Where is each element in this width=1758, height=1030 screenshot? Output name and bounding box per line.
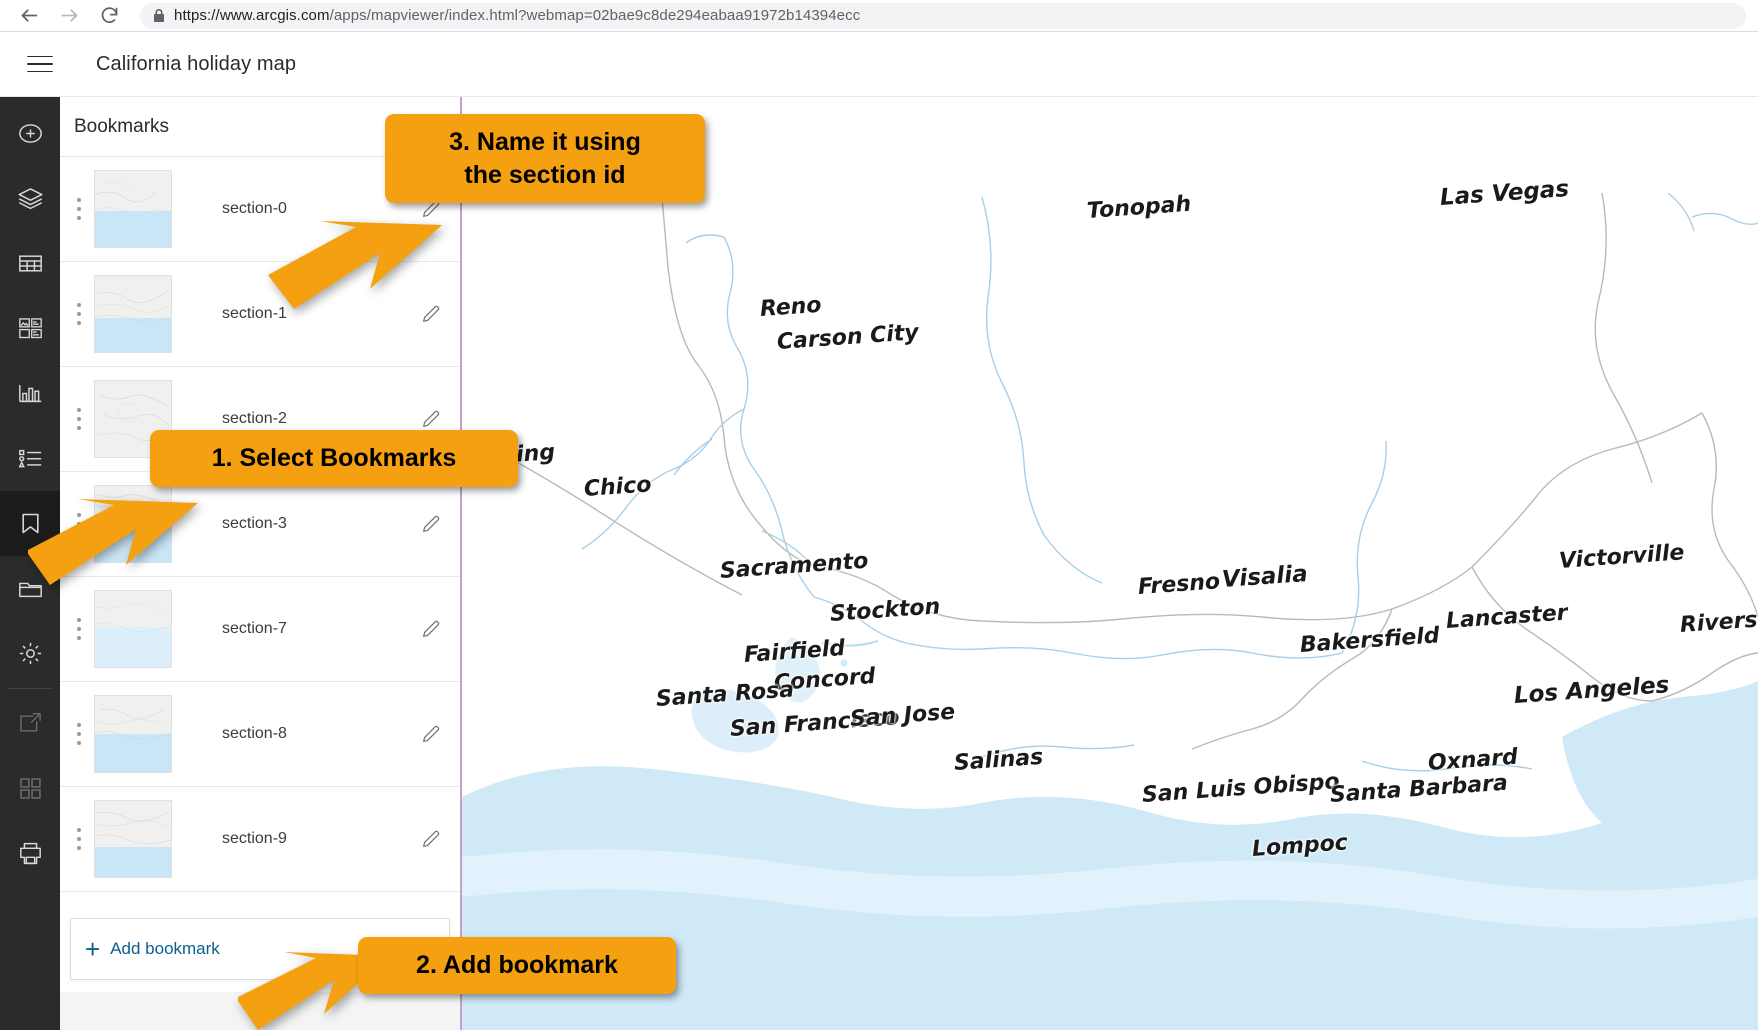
rail-item-legend[interactable] [0,426,60,491]
add-bookmark-label: Add bookmark [110,939,220,958]
apps-grid-icon [17,775,44,802]
bookmark-thumbnail[interactable] [94,800,172,878]
url-path: /apps/mapviewer/index.html?webmap=02bae9… [329,7,861,24]
main-area: Bookmarks section-0 section-1 section-2 … [0,97,1758,1030]
drag-handle-icon[interactable] [68,303,90,325]
url-text: https://www.arcgis.com/apps/mapviewer/in… [174,7,860,24]
callout-1: 1. Select Bookmarks [150,430,518,487]
url-host: https://www.arcgis.com [174,7,330,24]
drag-handle-icon[interactable] [68,828,90,850]
rail-item-print[interactable] [0,821,60,886]
back-button[interactable] [12,1,46,31]
bookmark-thumbnail[interactable] [94,275,172,353]
bookmark-thumbnail[interactable] [94,170,172,248]
address-bar[interactable]: https://www.arcgis.com/apps/mapviewer/in… [140,2,1746,29]
drag-handle-icon[interactable] [68,408,90,430]
bookmark-thumbnail[interactable] [94,695,172,773]
app-header: California holiday map [0,32,1758,97]
callout-arrow-1 [28,499,198,585]
rail-item-layers[interactable] [0,166,60,231]
plus-icon: + [85,934,101,964]
rail-item-apps[interactable] [0,756,60,821]
callout-1-line-1: 1. Select Bookmarks [211,444,457,472]
map-canvas[interactable]: Tonopah Las Vegas Reno Carson City Reddi… [462,97,1758,1030]
chart-icon [17,380,44,407]
forward-button[interactable] [52,1,86,31]
rail-divider [8,688,52,689]
forward-arrow-icon [59,5,80,26]
rail-item-share[interactable] [0,691,60,756]
back-arrow-icon [19,5,40,26]
rail-item-basemap[interactable] [0,296,60,361]
legend-icon [17,445,44,472]
pencil-edit-icon[interactable] [408,618,454,640]
callout-2: 2. Add bookmark [358,937,676,994]
add-circle-icon [17,120,44,147]
bookmark-label: section-0 [222,200,287,217]
pencil-edit-icon[interactable] [408,828,454,850]
rail-item-table[interactable] [0,231,60,296]
share-icon [17,710,44,737]
callout-arrow-3 [268,221,442,309]
pencil-edit-icon[interactable] [408,408,454,430]
reload-button[interactable] [92,1,126,31]
callout-2-line-1: 2. Add bookmark [416,951,618,979]
bookmark-label: section-9 [222,830,287,847]
bookmark-label: section-7 [222,620,287,637]
table-row[interactable]: section-9 [60,787,460,892]
rail-item-settings[interactable] [0,621,60,686]
reload-icon [99,5,120,26]
print-icon [17,840,44,867]
drag-handle-icon[interactable] [68,198,90,220]
hamburger-menu-icon[interactable] [18,42,62,86]
callout-3-line-1: 3. Name it using [449,128,641,156]
rail-item-charts[interactable] [0,361,60,426]
rail-item-add[interactable] [0,101,60,166]
bookmark-label: section-2 [222,410,287,427]
browser-toolbar: https://www.arcgis.com/apps/mapviewer/in… [0,0,1758,32]
layers-icon [17,185,44,212]
table-row[interactable]: section-8 [60,682,460,787]
callout-3: 3. Name it using the section id [385,114,705,203]
pencil-edit-icon[interactable] [408,723,454,745]
lock-icon [153,8,165,23]
drag-handle-icon[interactable] [68,723,90,745]
bookmark-label: section-3 [222,515,287,532]
bookmarks-title: Bookmarks [74,115,170,137]
basemap-icon [17,315,44,342]
bookmark-label: section-8 [222,725,287,742]
table-icon [17,250,44,277]
page-title: California holiday map [96,52,297,75]
callout-3-line-2: the section id [464,160,626,189]
pencil-edit-icon[interactable] [408,513,454,535]
map-vector-layer [462,192,1758,1030]
gear-icon [17,640,44,667]
